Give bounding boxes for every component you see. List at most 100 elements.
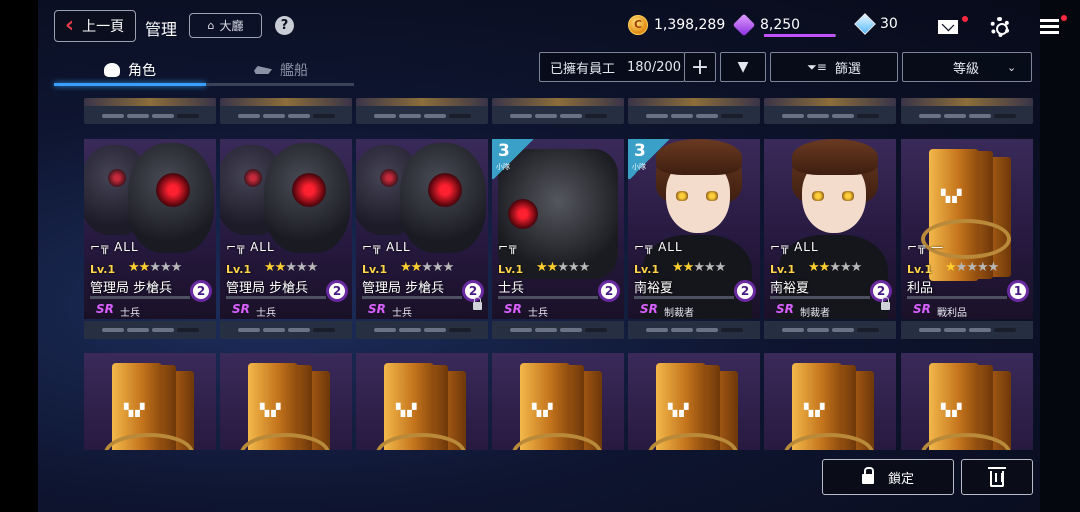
- level-label: Lv.1: [634, 263, 660, 276]
- character-card[interactable]: ⌐╦ ALL Lv.1 ★★★★★ 管理局 步槍兵 2 SR 士兵: [220, 139, 352, 339]
- card-partial-top[interactable]: [901, 98, 1033, 124]
- card-partial-top[interactable]: [764, 98, 896, 124]
- role-label: 士兵: [256, 308, 276, 319]
- star-icon: ★: [976, 260, 989, 275]
- card-partial-top[interactable]: [220, 98, 352, 124]
- star-rating: ★★★★★: [128, 260, 182, 275]
- exp-bar: [362, 296, 462, 299]
- star-icon: ★: [567, 260, 580, 275]
- management-screen: ‹ 上一頁 管理 ⌂ 大廳 ? C 1,398,289 8,250 30 角色 …: [0, 0, 1080, 512]
- squad-rank-badge: 3 小隊: [492, 139, 536, 179]
- card-partial-bottom[interactable]: ▚▞: [84, 353, 216, 450]
- card-footer: [356, 321, 488, 339]
- add-capacity-button[interactable]: +: [684, 52, 716, 82]
- back-label: 上一頁: [82, 19, 125, 35]
- lock-icon: [473, 297, 482, 310]
- card-footer: [764, 321, 896, 339]
- role-label: 士兵: [120, 308, 140, 319]
- tab-characters[interactable]: 角色: [104, 56, 156, 84]
- card-partial-top[interactable]: [84, 98, 216, 124]
- card-partial-bottom[interactable]: ▚▞: [356, 353, 488, 450]
- order-dropdown-button[interactable]: ▼: [720, 52, 766, 82]
- back-button[interactable]: ‹ 上一頁: [54, 10, 136, 42]
- role-label: 制裁者: [664, 308, 694, 319]
- star-icon: ★: [714, 260, 727, 275]
- lock-button[interactable]: 鎖定: [822, 459, 954, 495]
- loot-box-portrait: ▚▞: [492, 353, 624, 450]
- exp-bar: [634, 296, 734, 299]
- lobby-button[interactable]: ⌂ 大廳: [189, 13, 262, 38]
- star-icon: ★: [818, 260, 831, 275]
- card-art-peek: [220, 98, 352, 106]
- exp-bar: [226, 296, 326, 299]
- exp-bar: [770, 296, 870, 299]
- rarity-label: SR: [368, 302, 386, 316]
- home-icon: ⌂: [207, 19, 215, 32]
- card-pips: [492, 321, 624, 332]
- star-icon: ★: [442, 260, 455, 275]
- card-pips: [492, 106, 624, 118]
- mail-icon[interactable]: [938, 20, 958, 34]
- card-art-peek: [628, 98, 760, 106]
- character-card[interactable]: ▚▞ ⌐╦ — Lv.1 ★★★★★ 利品 1 SR 戰利品: [901, 139, 1033, 339]
- copy-count-badge: 2: [326, 280, 348, 302]
- card-partial-top[interactable]: [492, 98, 624, 124]
- employee-count-box: 已擁有員工 180/200: [539, 52, 685, 82]
- crystal-amount: 30: [880, 16, 898, 32]
- card-pips: [220, 106, 352, 118]
- star-icon: ★: [138, 260, 151, 275]
- exp-bar: [498, 296, 598, 299]
- character-card[interactable]: ⌐╦ ALL Lv.1 ★★★★★ 管理局 步槍兵 2 SR 士兵: [84, 139, 216, 339]
- card-partial-bottom[interactable]: ▚▞: [220, 353, 352, 450]
- help-button[interactable]: ?: [275, 16, 294, 35]
- card-pips: [901, 321, 1033, 332]
- lobby-label: 大廳: [219, 19, 244, 33]
- crystal-icon: [854, 13, 876, 35]
- character-card[interactable]: ⌐╦ ALL Lv.1 ★★★★★ 管理局 步槍兵 2 SR 士兵: [356, 139, 488, 339]
- card-footer: [492, 321, 624, 339]
- sort-select[interactable]: 等級 ⌄: [902, 52, 1032, 82]
- settings-gear-icon[interactable]: [990, 17, 1010, 37]
- character-card[interactable]: ⌐╦ ALL Lv.1 ★★★★★ 南裕夏 2 SR 制裁者: [764, 139, 896, 339]
- employee-count-label: 已擁有員工: [550, 61, 616, 77]
- character-card[interactable]: 3 小隊 ⌐╦ ALL Lv.1 ★★★★★ 南裕夏 2 SR 制裁者: [628, 139, 760, 339]
- card-art-peek: [356, 98, 488, 106]
- card-partial-bottom[interactable]: ▚▞: [764, 353, 896, 450]
- card-partial-bottom[interactable]: ▚▞: [901, 353, 1033, 450]
- rarity-label: SR: [96, 302, 114, 316]
- ship-icon: [254, 66, 272, 74]
- right-letterbox: [1040, 0, 1080, 512]
- card-partial-top[interactable]: [356, 98, 488, 124]
- star-icon: ★: [285, 260, 297, 275]
- card-partial-bottom[interactable]: ▚▞: [628, 353, 760, 450]
- character-name: 士兵: [498, 281, 525, 296]
- role-label: 制裁者: [800, 308, 830, 319]
- card-pips: [764, 321, 896, 332]
- delete-button[interactable]: [961, 459, 1033, 495]
- weapon-target-label: ALL: [114, 240, 139, 254]
- mail-notification-dot: [962, 16, 968, 22]
- padlock-icon: [861, 467, 874, 484]
- card-footer: [220, 321, 352, 339]
- level-label: Lv.1: [226, 263, 252, 276]
- character-name: 利品: [907, 281, 934, 296]
- weapon-type-icon: ⌐╦ —: [907, 240, 945, 254]
- character-head-icon: [104, 63, 120, 77]
- character-card[interactable]: 3 小隊 ⌐╦ Lv.1 ★★★★★ 士兵 2 SR 士兵: [492, 139, 624, 339]
- star-icon: ★: [808, 260, 820, 275]
- card-partial-bottom[interactable]: ▚▞: [492, 353, 624, 450]
- star-icon: ★: [672, 260, 684, 275]
- star-rating: ★★★★★: [536, 260, 590, 275]
- card-pips: [356, 321, 488, 332]
- copy-count-badge: 2: [598, 280, 620, 302]
- menu-icon[interactable]: [1040, 19, 1059, 34]
- tab-ships[interactable]: 艦船: [254, 56, 308, 84]
- lock-label: 鎖定: [887, 471, 914, 487]
- star-rating: ★★★★★: [672, 260, 727, 275]
- tab-inactive-underline: [206, 83, 354, 86]
- card-partial-top[interactable]: [628, 98, 760, 124]
- filter-button[interactable]: ⏷≡ 篩選: [770, 52, 898, 82]
- crystal-counter: 30: [854, 13, 898, 35]
- weapon-target-label: ALL: [250, 240, 275, 254]
- weapon-type-icon: ⌐╦: [498, 240, 518, 254]
